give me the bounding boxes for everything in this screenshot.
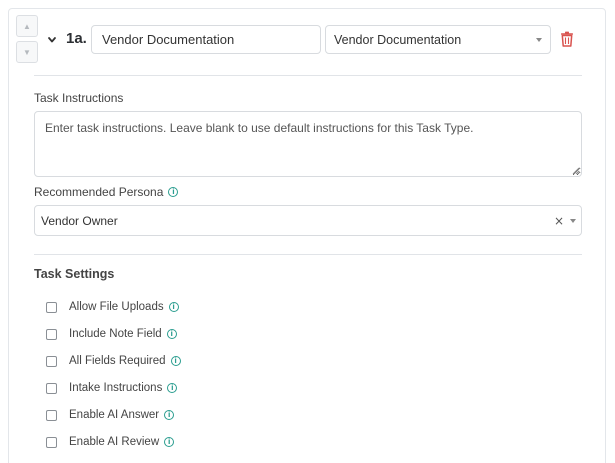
clear-icon[interactable]: ×: [554, 214, 564, 228]
recommended-persona-label: Recommended Persona i: [34, 185, 179, 199]
info-icon[interactable]: i: [167, 383, 178, 393]
checkbox[interactable]: [46, 436, 57, 448]
collapse-toggle[interactable]: [46, 34, 58, 46]
task-type-select[interactable]: Vendor Documentation: [325, 25, 551, 54]
setting-enable-ai-answer[interactable]: Enable AI Answer i: [46, 407, 175, 423]
checkbox[interactable]: [46, 301, 57, 313]
task-name-input[interactable]: [91, 25, 321, 54]
resize-grip-icon[interactable]: [572, 167, 580, 175]
checkbox[interactable]: [46, 355, 57, 367]
setting-allow-file-uploads[interactable]: Allow File Uploads i: [46, 299, 179, 315]
info-icon[interactable]: i: [164, 410, 175, 420]
caret-down-icon: [536, 38, 542, 42]
info-icon[interactable]: i: [168, 302, 179, 312]
info-icon[interactable]: i: [166, 329, 177, 339]
checkbox[interactable]: [46, 328, 57, 340]
setting-label: All Fields Required: [69, 355, 166, 367]
trash-icon[interactable]: [560, 31, 574, 47]
move-up-button[interactable]: ▲: [16, 15, 38, 37]
caret-down-icon: ▼: [23, 47, 31, 57]
setting-label: Include Note Field: [69, 328, 162, 340]
setting-all-fields-required[interactable]: All Fields Required i: [46, 353, 181, 369]
divider: [34, 254, 582, 255]
recommended-persona-text: Recommended Persona: [34, 185, 164, 199]
setting-label: Allow File Uploads: [69, 301, 164, 313]
setting-enable-ai-review[interactable]: Enable AI Review i: [46, 434, 175, 450]
persona-select[interactable]: Vendor Owner ×: [34, 205, 582, 236]
task-instructions-label: Task Instructions: [34, 91, 124, 105]
setting-label: Enable AI Answer: [69, 409, 160, 421]
info-icon[interactable]: i: [170, 356, 181, 366]
task-type-value: Vendor Documentation: [334, 32, 462, 47]
task-instructions-textarea[interactable]: [34, 111, 582, 177]
setting-label: Intake Instructions: [69, 382, 163, 394]
setting-include-note-field[interactable]: Include Note Field i: [46, 326, 177, 342]
move-down-button[interactable]: ▼: [16, 41, 38, 63]
setting-intake-instructions[interactable]: Intake Instructions i: [46, 380, 178, 396]
info-icon[interactable]: i: [168, 187, 179, 197]
task-card: ▲ ▼ 1a. Vendor Documentation Task Instru…: [8, 8, 606, 463]
divider: [34, 75, 582, 76]
setting-label: Enable AI Review: [69, 436, 160, 448]
checkbox[interactable]: [46, 382, 57, 394]
info-icon[interactable]: i: [164, 437, 175, 447]
task-settings-heading: Task Settings: [34, 267, 115, 281]
chevron-down-icon: [48, 37, 56, 43]
caret-up-icon: ▲: [23, 21, 31, 31]
caret-down-icon[interactable]: [570, 219, 576, 223]
checkbox[interactable]: [46, 409, 57, 421]
persona-value: Vendor Owner: [41, 213, 118, 228]
task-number: 1a.: [66, 30, 87, 47]
